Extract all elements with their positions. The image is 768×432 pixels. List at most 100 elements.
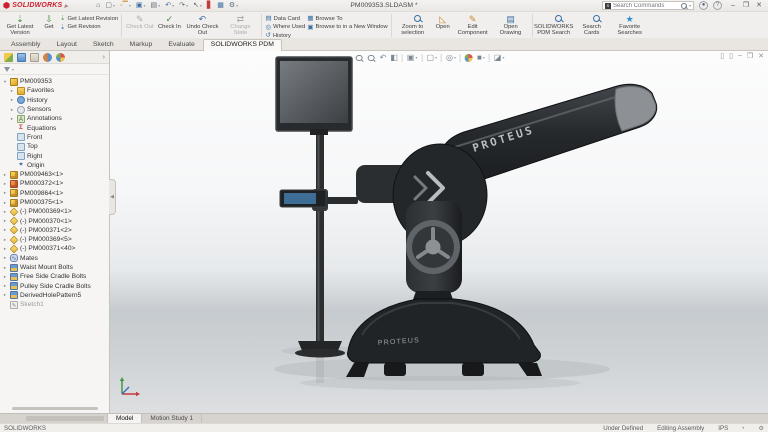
- expand-arrow-icon[interactable]: ▸: [9, 88, 15, 94]
- file-properties-button[interactable]: ▦: [217, 1, 224, 11]
- expand-arrow-icon[interactable]: ▸: [2, 172, 8, 178]
- panel-tabs-overflow-icon[interactable]: ›: [103, 54, 105, 61]
- displaymanager-tab-icon[interactable]: [56, 53, 65, 62]
- expand-arrow-icon[interactable]: ▸: [2, 283, 8, 289]
- expand-arrow-icon[interactable]: ▸: [2, 200, 8, 206]
- tab-sketch[interactable]: Sketch: [85, 39, 122, 50]
- expand-arrow-icon[interactable]: ▸: [2, 227, 8, 233]
- model-tab[interactable]: Model: [107, 414, 142, 423]
- tree-root[interactable]: ▾PM009353: [2, 77, 109, 86]
- tab-layout[interactable]: Layout: [48, 39, 84, 50]
- edit-appearance-icon[interactable]: [465, 54, 473, 62]
- tree-item-pattern[interactable]: ▸Waist Mount Bolts: [2, 263, 109, 272]
- tree-item-sketch[interactable]: ✎Sketch1: [2, 300, 109, 309]
- filter-dropdown-icon[interactable]: ▾: [12, 67, 14, 72]
- expand-arrow-icon[interactable]: ▸: [2, 246, 8, 252]
- select-button[interactable]: ↖▾: [193, 1, 202, 11]
- featuremanager-tab-icon[interactable]: [4, 53, 13, 62]
- motion-study-tab[interactable]: Motion Study 1: [142, 414, 202, 423]
- tree-item-pattern[interactable]: ▸DerivedHolePattern5: [2, 291, 109, 300]
- apply-scene-icon[interactable]: ■▾: [477, 53, 485, 63]
- command-search[interactable]: S ▾: [602, 1, 694, 10]
- tree-item-right-plane[interactable]: Right: [2, 151, 109, 160]
- tree-item-component[interactable]: ▸PM009864<1>: [2, 189, 109, 198]
- previous-view-icon[interactable]: ↶: [380, 53, 387, 63]
- help-icon[interactable]: ?: [713, 1, 722, 10]
- propertymanager-tab-icon[interactable]: [17, 53, 26, 62]
- open-button[interactable]: ◦▔▾: [120, 1, 131, 11]
- status-units[interactable]: IPS: [718, 425, 728, 432]
- tree-item-sensors[interactable]: ▸Sensors: [2, 105, 109, 114]
- doc-minimize-button[interactable]: –: [738, 52, 742, 60]
- display-style-icon[interactable]: ▢▾: [426, 53, 437, 63]
- options-button[interactable]: ⚙▾: [229, 1, 238, 11]
- view-orientation-icon[interactable]: ▣▾: [407, 53, 418, 63]
- search-cards-button[interactable]: Search Cards: [574, 13, 610, 38]
- tab-markup[interactable]: Markup: [122, 39, 161, 50]
- graphics-horizontal-scrollbar[interactable]: [26, 416, 104, 421]
- doc-window-icon[interactable]: ▯: [729, 52, 733, 60]
- open-component-button[interactable]: ◺ Open: [433, 13, 453, 38]
- expand-arrow-icon[interactable]: ▸: [2, 181, 8, 187]
- expand-arrow-icon[interactable]: ▸: [9, 116, 15, 122]
- zoom-to-fit-icon[interactable]: [356, 54, 364, 63]
- solidworks-logo[interactable]: ⬢ SOLIDWORKS ▸: [3, 1, 68, 10]
- close-button[interactable]: ✕: [753, 0, 765, 11]
- search-dropdown-icon[interactable]: ▾: [689, 3, 691, 8]
- tree-item-favorites[interactable]: ▸Favorites: [2, 86, 109, 95]
- expand-arrow-icon[interactable]: ▸: [2, 237, 8, 243]
- get-revision-button[interactable]: ⇣ Get Revision: [60, 24, 118, 31]
- expand-arrow-icon[interactable]: ▸: [2, 292, 8, 298]
- expand-arrow-icon[interactable]: ▸: [2, 190, 8, 196]
- login-icon[interactable]: ●: [699, 1, 708, 10]
- doc-window-icon[interactable]: ▯: [720, 52, 724, 60]
- tree-item-pattern[interactable]: ▸Pulley Side Cradle Bolts: [2, 282, 109, 291]
- print-button[interactable]: ▤▾: [151, 1, 161, 11]
- tree-item-component[interactable]: ▸PM009463<1>: [2, 170, 109, 179]
- zoom-to-area-icon[interactable]: [368, 54, 376, 63]
- tree-item-component[interactable]: ▸PM000375<1>: [2, 198, 109, 207]
- tree-item-origin[interactable]: ⌖Origin: [2, 161, 109, 170]
- expand-arrow-icon[interactable]: ▸: [2, 218, 8, 224]
- section-view-icon[interactable]: ◧: [390, 53, 398, 63]
- tree-item-component[interactable]: ▸PM000372<1>: [2, 179, 109, 188]
- panel-horizontal-scrollbar[interactable]: [12, 407, 98, 410]
- tree-item-history[interactable]: ▸History: [2, 96, 109, 105]
- undo-check-out-button[interactable]: ↶ Undo Check Out: [184, 13, 220, 38]
- expand-arrow-icon[interactable]: ▸: [2, 265, 8, 271]
- expand-arrow-icon[interactable]: ▸: [2, 274, 8, 280]
- data-card-button[interactable]: ▤ Data Card: [265, 15, 305, 22]
- new-document-button[interactable]: ▢▾: [105, 1, 115, 11]
- menu-expand-icon[interactable]: ▸: [64, 2, 68, 10]
- expand-arrow-icon[interactable]: ▸: [2, 209, 8, 215]
- home-button[interactable]: ⌂: [96, 1, 100, 11]
- search-input[interactable]: [613, 3, 679, 9]
- tree-item-mates[interactable]: ▸∿Mates: [2, 254, 109, 263]
- collapse-arrow-icon[interactable]: ▾: [2, 79, 8, 85]
- tab-evaluate[interactable]: Evaluate: [160, 39, 202, 50]
- tree-item-component[interactable]: ▸(-) PM000370<1>: [2, 216, 109, 225]
- tree-item-equations[interactable]: ΣEquations: [2, 123, 109, 132]
- tree-item-front-plane[interactable]: Front: [2, 133, 109, 142]
- tree-item-component[interactable]: ▸(-) PM000369<1>: [2, 207, 109, 216]
- get-latest-revision-button[interactable]: ⇣ Get Latest Revision: [60, 15, 118, 22]
- doc-close-button[interactable]: ✕: [758, 52, 764, 60]
- expand-arrow-icon[interactable]: ▸: [2, 255, 8, 261]
- open-drawing-button[interactable]: ▤ Open Drawing: [493, 13, 529, 38]
- tab-solidworks-pdm[interactable]: SOLIDWORKS PDM: [203, 39, 282, 51]
- tree-item-component[interactable]: ▸(-) PM000371<2>: [2, 226, 109, 235]
- expand-arrow-icon[interactable]: ▸: [9, 107, 15, 113]
- browse-to-button[interactable]: ▦ Browse To: [307, 15, 387, 22]
- tab-assembly[interactable]: Assembly: [3, 39, 48, 50]
- tree-filter[interactable]: ▾: [0, 64, 109, 75]
- model-3d-proteus-machine[interactable]: PROTEUS: [110, 51, 768, 413]
- redo-button[interactable]: ↷▾: [179, 1, 188, 11]
- history-button[interactable]: ↺ History: [265, 32, 305, 39]
- tree-item-pattern[interactable]: ▸Free Side Cradle Bolts: [2, 272, 109, 281]
- doc-restore-button[interactable]: ❐: [747, 52, 753, 60]
- favorite-searches-button[interactable]: ★ Favorite Searches: [612, 13, 648, 38]
- configurationmanager-tab-icon[interactable]: [30, 53, 39, 62]
- get-latest-version-button[interactable]: ⇣ Get Latest Version: [2, 13, 38, 38]
- get-button[interactable]: ⇩ Get: [40, 13, 58, 38]
- check-in-button[interactable]: ✓ Check In: [156, 13, 182, 38]
